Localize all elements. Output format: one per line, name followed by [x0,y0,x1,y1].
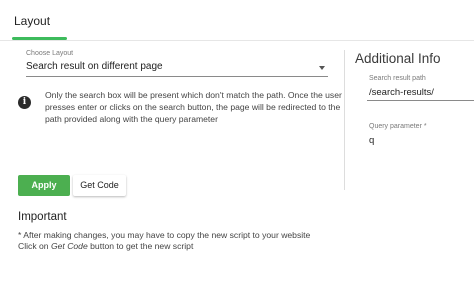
layout-select[interactable]: Search result on different page [26,58,328,77]
info-icon: i [18,96,31,109]
layout-description: Only the search box will be present whic… [45,90,342,124]
search-path-label: Search result path [369,75,426,82]
search-path-input[interactable]: /search-results/ [367,85,474,101]
apply-button[interactable]: Apply [18,175,70,196]
note-get-code: Get Code [50,241,88,251]
get-code-button[interactable]: Get Code [73,175,126,196]
layout-label: Choose Layout [26,50,74,57]
query-param-value: q [369,135,375,146]
important-heading: Important [18,211,67,223]
note-suffix: button to get the new script [87,241,194,251]
caret-down-icon [319,66,325,70]
note-prefix: Click on [18,241,51,251]
additional-info-title: Additional Info [355,51,441,66]
tab-layout[interactable]: Layout [14,14,50,28]
important-note-1: * After making changes, you may have to … [18,230,311,240]
layout-select-value: Search result on different page [26,61,163,72]
tab-bar: Layout [0,0,474,41]
tab-active-indicator [12,37,67,40]
query-param-input[interactable]: q [367,133,474,148]
section-divider [344,50,345,190]
important-note-2: Click on Get Code button to get the new … [18,241,193,251]
search-path-value: /search-results/ [369,87,434,98]
query-param-label: Query parameter * [369,123,427,130]
